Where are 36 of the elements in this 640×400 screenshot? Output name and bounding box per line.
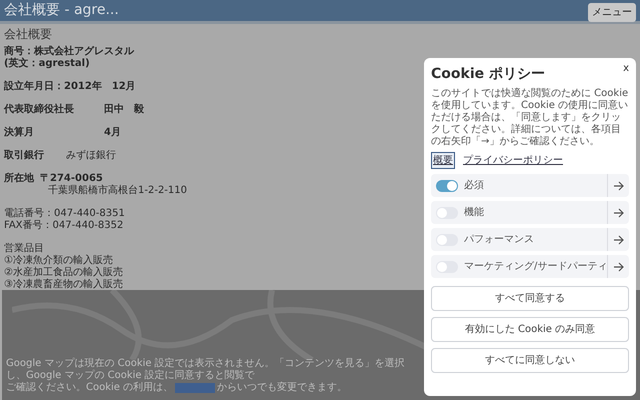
info-text: FAX番号：047-440-8352 (4, 220, 124, 232)
category-label: 必須 (464, 178, 485, 193)
info-text: 電話番号：047-440-8351 (4, 208, 125, 220)
category-label: マーケティング/サードパーティ (464, 260, 608, 274)
close-button[interactable]: x (623, 64, 629, 74)
consent-button[interactable]: 有効にした Cookie のみ同意 (431, 317, 629, 342)
consent-button[interactable]: すべてに同意しない (431, 348, 629, 373)
section-heading: 会社概要 (4, 28, 52, 40)
info-value: 田中 毅 (104, 104, 144, 116)
map-notice-text: ご確認ください。Cookie の利用は、 (6, 382, 174, 394)
category-label: 機能 (464, 206, 485, 220)
category-label: パフォーマンス (464, 233, 535, 247)
info-value: 4月 (104, 127, 121, 139)
map-notice-text: からいつでも変更できます。 (217, 382, 348, 394)
info-label: 決算月 (4, 127, 35, 139)
info-text: ①冷凍魚介類の輸入販売 (4, 255, 113, 266)
dialog-description: このサイトでは快適な閲覧のために Cookie を使用しています。Cookie の使用に同意いただける場合は、「同意します」をクリックしてください。詳細については、各項目の右矢印「→」からご確認ください。 (431, 88, 629, 148)
policy-link[interactable]: プライバシーポリシー (463, 153, 563, 168)
info-text: (英文：agrestal) (4, 58, 90, 70)
info-label: 代表取締役社長 (4, 104, 75, 116)
info-text: 営業品目 (4, 243, 44, 254)
info-label: 所在地 (4, 173, 35, 185)
info-value: 〒274-0065 (40, 173, 103, 184)
dialog-title: Cookie ポリシー (431, 65, 545, 84)
menu-button[interactable]: メニュー (588, 3, 636, 22)
info-text: 設立年月日：2012年 12月 (4, 81, 136, 93)
map-notice-text: Google マップは現在の Cookie 設定では表示されません。「コンテンツを見る」を選択し、Google マップの Cookie 設定に同意すると閲覧で (6, 358, 406, 382)
consent-button[interactable]: すべて同意する (431, 286, 629, 311)
address-text: 千葉県船橋市高根台1-2-2-110 (47, 185, 187, 197)
info-value: みずほ銀行 (66, 150, 116, 162)
info-text: ③冷凍農畜産物の輸入販売 (4, 279, 123, 291)
info-text: 商号：株式会社アグレスタル (4, 46, 134, 58)
info-text: ②水産加工食品の輸入販売 (4, 267, 123, 278)
info-label: 取引銀行 (4, 150, 45, 162)
policy-link[interactable]: 概要 (431, 152, 455, 169)
page-title: 会社概要 - agre... (4, 1, 119, 20)
